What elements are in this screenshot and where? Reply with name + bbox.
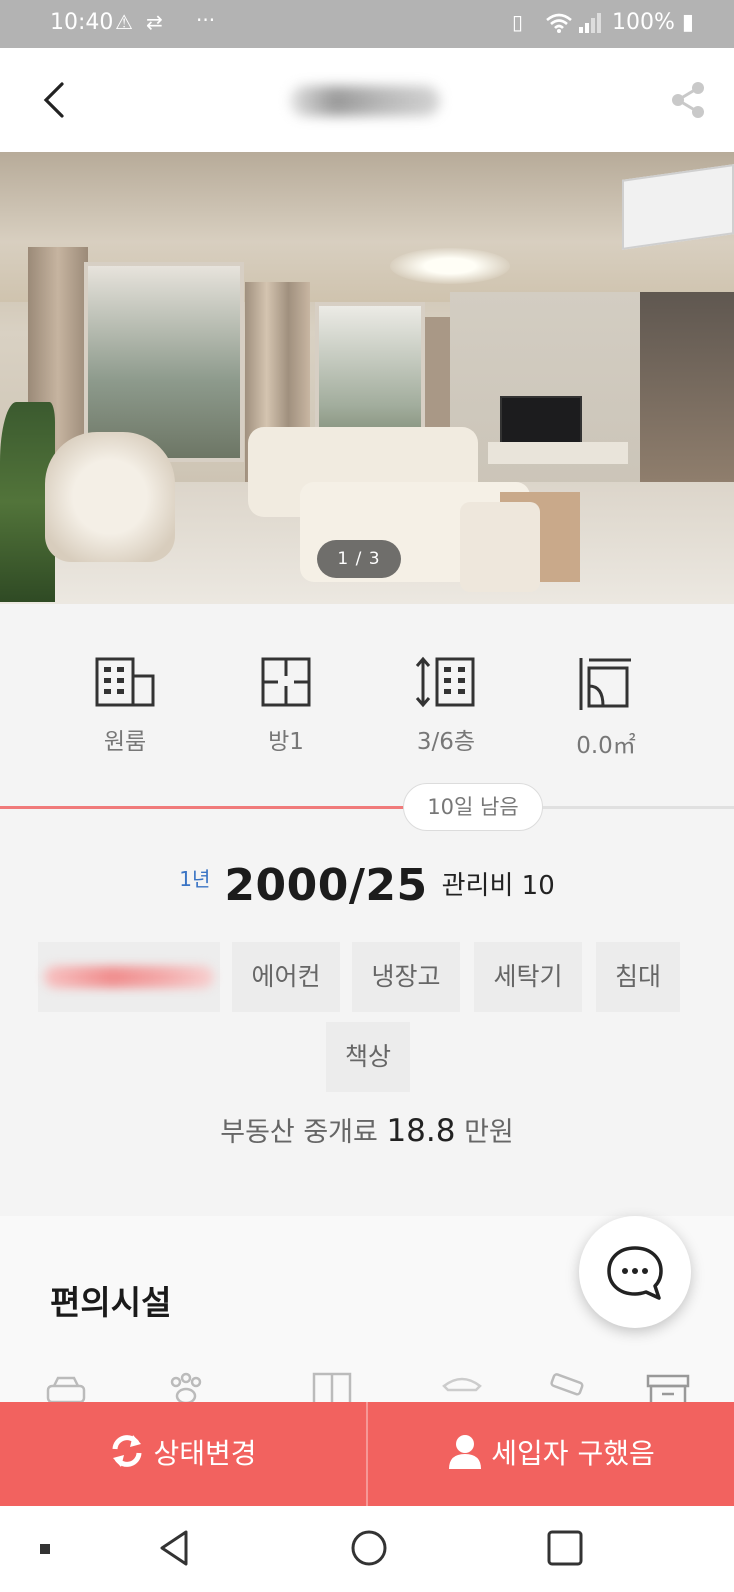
- app-header: [0, 48, 734, 152]
- tag-bed: 침대: [596, 942, 680, 1012]
- broker-fee: 부동산 중개료 18.8 만원: [0, 1110, 734, 1149]
- tag-desk: 책상: [326, 1022, 410, 1092]
- page-title-redacted: [290, 86, 440, 116]
- battery-percent: 100% ▮: [611, 10, 694, 35]
- tag-redacted: [38, 942, 220, 1012]
- bottom-action-bar: 상태변경 세입자 구했음: [0, 1402, 734, 1506]
- nav-overview-icon[interactable]: [545, 1528, 585, 1568]
- share-icon[interactable]: [668, 78, 708, 122]
- system-nav-bar: [0, 1506, 734, 1592]
- battery-icon: ▮: [681, 10, 694, 35]
- feature-summary: 원룸 방1 3/6층 0.0㎡: [0, 604, 734, 804]
- floor-height-icon: [415, 656, 475, 708]
- remaining-days-badge: 10일 남음: [403, 783, 543, 831]
- building-icon: [95, 657, 155, 707]
- deposit-rent-price: 2000/25: [224, 860, 428, 911]
- more-notifications-icon: ···: [196, 8, 216, 32]
- tenant-found-label: 세입자 구했음: [491, 1437, 655, 1470]
- feature-floor: 3/6층: [386, 656, 506, 756]
- broker-fee-unit: 만원: [464, 1117, 514, 1148]
- feature-label: 3/6층: [416, 729, 476, 755]
- area-icon: [579, 658, 631, 710]
- wifi-icon: [546, 13, 572, 33]
- facilities-title: 편의시설: [50, 1283, 172, 1322]
- nav-home-icon[interactable]: [349, 1528, 389, 1568]
- tag-washer: 세탁기: [474, 942, 582, 1012]
- lease-term: 1년: [179, 867, 211, 891]
- price-row: 1년 2000/25 관리비 10: [0, 860, 734, 920]
- tag-air-conditioner: 에어컨: [232, 942, 340, 1012]
- management-fee: 관리비 10: [441, 871, 555, 901]
- tag-refrigerator: 냉장고: [352, 942, 460, 1012]
- status-bar: 10:40 ⚠ ⇄ ··· ▯ 100% ▮: [0, 0, 734, 48]
- feature-area: 0.0㎡: [546, 656, 666, 760]
- vibrate-icon: ▯: [512, 10, 524, 34]
- feature-label: 방1: [268, 729, 304, 755]
- back-arrow-icon[interactable]: [36, 78, 76, 122]
- listing-period-fill: [0, 806, 405, 809]
- recent-dot-icon: [40, 1544, 50, 1554]
- chat-bubble-icon: [607, 1246, 663, 1300]
- change-status-button[interactable]: 상태변경: [0, 1402, 366, 1506]
- feature-room-type: 원룸: [65, 656, 185, 756]
- floorplan-icon: [261, 657, 311, 707]
- refresh-icon: [112, 1435, 142, 1467]
- broker-fee-amount: 18.8: [386, 1113, 456, 1149]
- sync-icon: ⇄: [146, 10, 163, 34]
- tenant-found-button[interactable]: 세입자 구했음: [368, 1402, 734, 1506]
- feature-rooms: 방1: [226, 656, 346, 756]
- broker-fee-label: 부동산 중개료: [220, 1117, 378, 1148]
- listing-photo[interactable]: 1 / 3: [0, 152, 734, 604]
- nav-back-icon[interactable]: [156, 1528, 196, 1568]
- status-time: 10:40: [50, 10, 114, 35]
- person-icon: [449, 1435, 482, 1469]
- warning-icon: ⚠: [115, 10, 133, 34]
- signal-icon: [579, 13, 601, 33]
- feature-label: 원룸: [103, 729, 147, 755]
- feature-label: 0.0㎡: [576, 733, 636, 759]
- photo-counter: 1 / 3: [317, 540, 401, 578]
- chat-button[interactable]: [579, 1216, 691, 1328]
- change-status-label: 상태변경: [153, 1437, 257, 1470]
